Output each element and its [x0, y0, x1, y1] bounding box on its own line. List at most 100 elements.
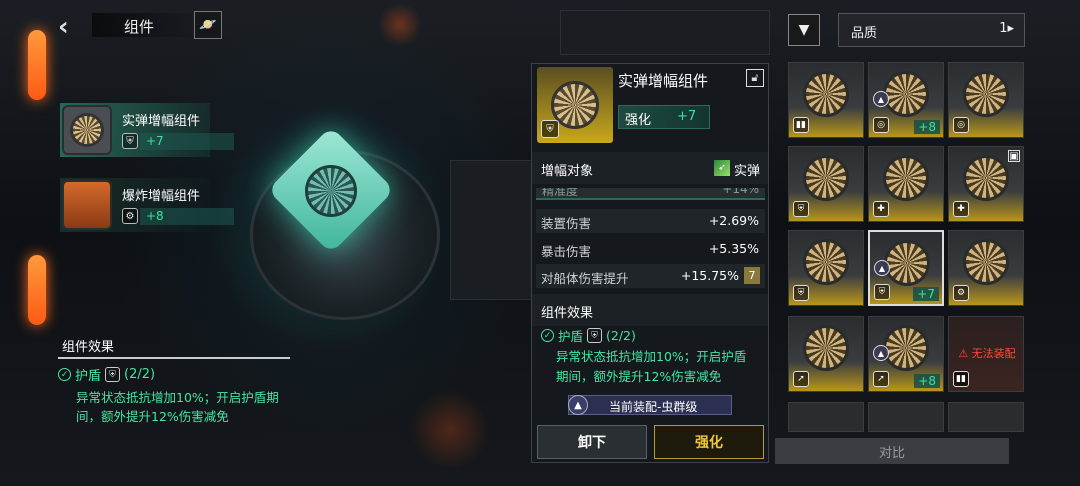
component-card[interactable]: ➚ [788, 316, 864, 392]
lock-icon: ▣ [1008, 150, 1020, 162]
gear-icon: ⚙ [122, 208, 138, 224]
component-detail-panel: ⛨ 实弹增幅组件 🔓︎ 强化 +7 增幅对象 ➶ 实弹 精准度 +14% 装置伤… [531, 63, 769, 463]
component-card[interactable]: ⛨ [788, 230, 864, 306]
equipped-item-name: 爆炸增幅组件 [122, 189, 201, 204]
stat-row-clipped: 精准度 +14% [536, 188, 765, 200]
component-card[interactable]: ▣ ✚ [948, 146, 1024, 222]
dial-icon [803, 71, 849, 117]
card-level: +8 [914, 374, 940, 388]
equipped-item[interactable]: 实弹增幅组件 ⛨ +7 [60, 103, 234, 157]
rocket-icon: ➚ [793, 371, 809, 387]
equipped-item[interactable]: 爆炸增幅组件 ⚙ +8 [60, 178, 234, 232]
ammo-icon: ▮▮ [793, 117, 809, 133]
component-thumbnail [62, 180, 112, 230]
glow-pillar [28, 30, 46, 100]
back-arrow-icon[interactable]: ‹ [58, 12, 69, 42]
planet-icon[interactable]: 🪐 [194, 11, 222, 39]
component-thumbnail [62, 105, 112, 155]
component-card[interactable]: ◎ [948, 62, 1024, 138]
stat-level-chip: 7 [744, 267, 760, 284]
scenery-block [560, 10, 770, 55]
rocket-icon: ➚ [873, 371, 889, 387]
effect-description: 异常状态抵抗增加10%；开启护盾期间，额外提升12%伤害减免 [76, 390, 279, 424]
dial-icon [883, 155, 929, 201]
enhance-button[interactable]: 强化 [654, 425, 764, 459]
stat-name: 装置伤害 [541, 216, 592, 231]
stat-row: 暴击伤害 +5.35% [536, 237, 765, 261]
target-icon: ◎ [873, 117, 889, 133]
shield-icon: ⛨ [105, 367, 121, 382]
gear-icon: ⚙ [953, 285, 969, 301]
fleet-icon: ▲ [568, 395, 588, 415]
fleet-icon: ▲ [873, 91, 889, 107]
repair-icon: ✚ [873, 201, 889, 217]
equipped-item-level: +8 [140, 208, 234, 225]
component-card[interactable]: ▲ ◎ +8 [868, 62, 944, 138]
stat-value: +5.35% [708, 241, 759, 256]
target-row: 增幅对象 ➶ 实弹 [532, 152, 768, 184]
cannot-equip-text: 无法装配 [971, 347, 1016, 360]
sort-label: 品质 [851, 26, 878, 41]
set-effect-title: 组件效果 [58, 334, 290, 359]
shield-icon: ⛨ [793, 201, 809, 217]
lock-icon[interactable]: 🔓︎ [746, 69, 764, 87]
dial-icon [803, 239, 849, 285]
dial-icon [883, 325, 929, 371]
shield-icon: ⛨ [874, 284, 890, 300]
current-equip-tag[interactable]: ▲ 当前装配-虫群级 [568, 395, 732, 415]
scenery-block [450, 160, 540, 300]
fleet-icon: ▲ [873, 345, 889, 361]
check-icon: ✓ [58, 368, 71, 381]
ammo-icon: ▮▮ [953, 371, 969, 387]
target-icon: ◎ [953, 117, 969, 133]
component-card[interactable]: ✚ [868, 146, 944, 222]
stat-name: 暴击伤害 [541, 244, 592, 259]
unequip-button[interactable]: 卸下 [537, 425, 647, 459]
shield-icon: ⛨ [587, 328, 603, 343]
check-icon: ✓ [541, 329, 554, 342]
component-card-selected[interactable]: ▲ ⛨ +7 [868, 230, 944, 306]
dial-icon [803, 155, 849, 201]
component-card-locked[interactable]: ⚠ 无法装配 ▮▮ [948, 316, 1024, 392]
stat-value: +15.75% [680, 268, 739, 283]
bullet-icon: ➶ [714, 160, 730, 176]
enhance-value: +7 [677, 109, 697, 124]
stat-name: 对船体伤害提升 [541, 271, 629, 286]
compare-button[interactable]: 对比 [775, 438, 1009, 464]
component-card[interactable] [948, 402, 1024, 432]
dial-icon [963, 71, 1009, 117]
set-effect-summary: 组件效果 ✓ 护盾 ⛨ (2/2) 异常状态抵抗增加10%；开启护盾期间，额外提… [58, 334, 290, 426]
filter-icon[interactable]: ▼ [788, 14, 820, 46]
shield-icon: ⛨ [541, 120, 559, 138]
effect-name: 护盾 [75, 369, 102, 384]
component-card[interactable]: ▮▮ [788, 62, 864, 138]
sort-dropdown[interactable]: 品质 1▸ [838, 13, 1025, 47]
component-card[interactable]: ▲ ➚ +8 [868, 316, 944, 392]
stat-row: 装置伤害 +2.69% [536, 209, 765, 233]
sort-order-icon: 1▸ [999, 21, 1014, 36]
effect-count: (2/2) [606, 328, 636, 343]
fleet-icon: ▲ [874, 260, 890, 276]
component-card[interactable] [868, 402, 944, 432]
glow-pillar [28, 255, 46, 325]
card-level: +8 [914, 120, 940, 134]
dial-icon [963, 239, 1009, 285]
cannot-equip-label: ⚠ 无法装配 [958, 347, 1016, 360]
current-equip-label: 当前装配-虫群级 [609, 400, 698, 414]
component-card[interactable]: ⚙ [948, 230, 1024, 306]
stat-value: +2.69% [708, 213, 759, 228]
equipped-item-level: +7 [140, 133, 234, 150]
stat-row: 对船体伤害提升 +15.75% 7 [536, 264, 765, 288]
component-card[interactable]: ⛨ [788, 146, 864, 222]
repair-icon: ✚ [953, 201, 969, 217]
effect-count: (2/2) [124, 367, 156, 382]
page-title: 组件 [124, 18, 155, 36]
stat-value: +14% [722, 188, 759, 196]
target-value: 实弹 [734, 164, 761, 179]
dial-icon [803, 325, 849, 371]
component-card[interactable] [788, 402, 864, 432]
stat-name: 精准度 [542, 188, 579, 198]
equipped-item-name: 实弹增幅组件 [122, 114, 201, 129]
shield-icon: ⛨ [793, 285, 809, 301]
target-label: 增幅对象 [541, 164, 594, 179]
